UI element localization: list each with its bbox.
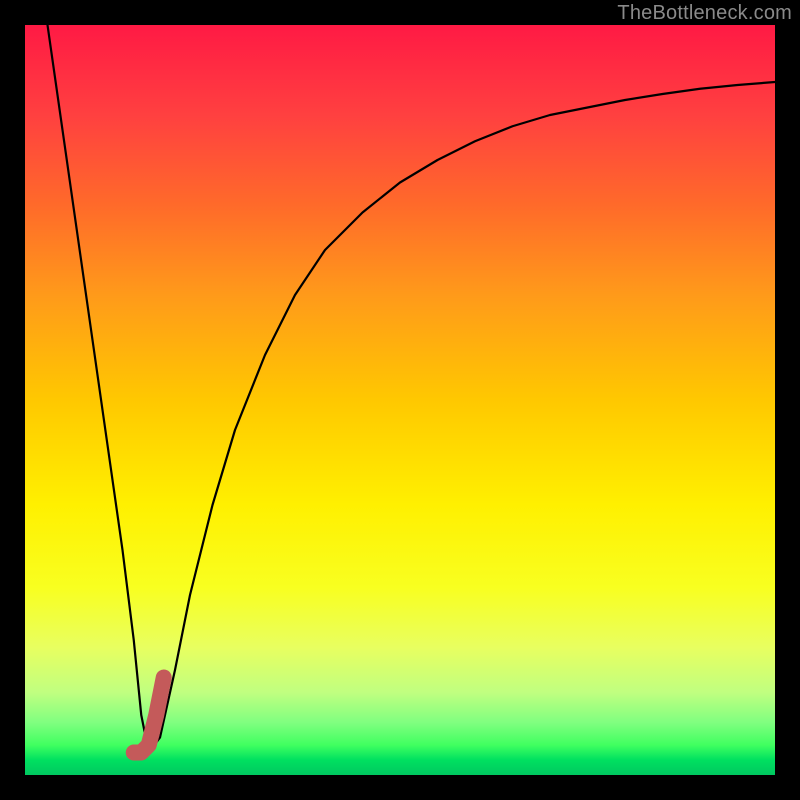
plot-area bbox=[25, 25, 775, 775]
chart-container: TheBottleneck.com bbox=[0, 0, 800, 800]
watermark-text: TheBottleneck.com bbox=[617, 2, 792, 25]
chart-svg bbox=[25, 25, 775, 775]
bottleneck-curve bbox=[48, 25, 776, 753]
